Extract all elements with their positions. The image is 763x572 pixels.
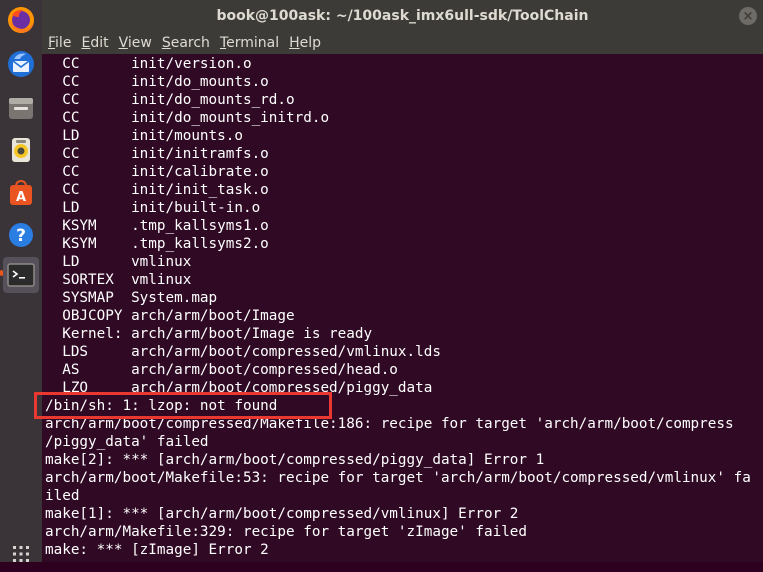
terminal-line: CC init/init_task.o — [45, 182, 269, 198]
menu-terminal[interactable]: Terminal — [220, 35, 279, 51]
menu-bar: File Edit View Search Terminal Help — [42, 32, 763, 54]
terminal-line: LD init/built-in.o — [45, 200, 261, 216]
terminal-line: Kernel: arch/arm/boot/Image is ready — [45, 326, 373, 342]
thunderbird-icon[interactable] — [3, 46, 39, 82]
window-title: book@100ask: ~/100ask_imx6ull-sdk/ToolCh… — [216, 8, 589, 24]
terminal-icon[interactable] — [3, 257, 39, 293]
active-app-indicator — [0, 270, 3, 276]
svg-text:?: ? — [16, 226, 26, 246]
menu-file[interactable]: File — [48, 35, 71, 51]
terminal-line: CC init/version.o — [45, 56, 252, 72]
terminal-line: OBJCOPY arch/arm/boot/Image — [45, 308, 295, 324]
menu-view[interactable]: View — [119, 35, 152, 51]
files-icon[interactable] — [3, 90, 39, 126]
terminal-output[interactable]: CC init/version.o CC init/do_mounts.o CC… — [42, 54, 763, 562]
terminal-line: /piggy_data' failed — [45, 434, 209, 450]
menu-help[interactable]: Help — [289, 35, 321, 51]
terminal-line: CC init/do_mounts_initrd.o — [45, 110, 330, 126]
help-icon[interactable]: ? — [3, 217, 39, 253]
close-button[interactable]: × — [739, 7, 757, 25]
terminal-line: CC init/do_mounts_rd.o — [45, 92, 295, 108]
terminal-line: KSYM .tmp_kallsyms2.o — [45, 236, 269, 252]
menu-search[interactable]: Search — [162, 35, 210, 51]
terminal-line: LD init/mounts.o — [45, 128, 243, 144]
launcher-dock: A ? — [0, 0, 42, 562]
firefox-icon[interactable] — [3, 2, 39, 38]
terminal-line: AS arch/arm/boot/compressed/head.o — [45, 362, 398, 378]
svg-text:A: A — [16, 190, 26, 205]
terminal-line: iled — [45, 488, 80, 504]
error-highlight-box — [34, 392, 332, 419]
menu-edit[interactable]: Edit — [81, 35, 108, 51]
terminal-line: KSYM .tmp_kallsyms1.o — [45, 218, 269, 234]
terminal-line: CC init/do_mounts.o — [45, 74, 269, 90]
terminal-line: make: *** [zImage] Error 2 — [45, 542, 269, 558]
terminal-line: LD vmlinux — [45, 254, 192, 270]
terminal-line: make[2]: *** [arch/arm/boot/compressed/p… — [45, 452, 545, 468]
terminal-line: CC init/calibrate.o — [45, 164, 269, 180]
show-applications-icon[interactable] — [3, 536, 39, 572]
rhythmbox-icon[interactable] — [3, 132, 39, 168]
terminal-line: LDS arch/arm/boot/compressed/vmlinux.lds — [45, 344, 441, 360]
terminal-line: make[1]: *** [arch/arm/boot/compressed/v… — [45, 506, 519, 522]
terminal-line: arch/arm/boot/Makefile:53: recipe for ta… — [45, 470, 751, 486]
terminal-line: arch/arm/Makefile:329: recipe for target… — [45, 524, 528, 540]
window-titlebar[interactable]: book@100ask: ~/100ask_imx6ull-sdk/ToolCh… — [42, 0, 763, 32]
terminal-line: CC init/initramfs.o — [45, 146, 269, 162]
terminal-line: SYSMAP System.map — [45, 290, 218, 306]
software-center-icon[interactable]: A — [3, 175, 39, 211]
close-icon: × — [742, 8, 754, 24]
terminal-line: SORTEX vmlinux — [45, 272, 192, 288]
